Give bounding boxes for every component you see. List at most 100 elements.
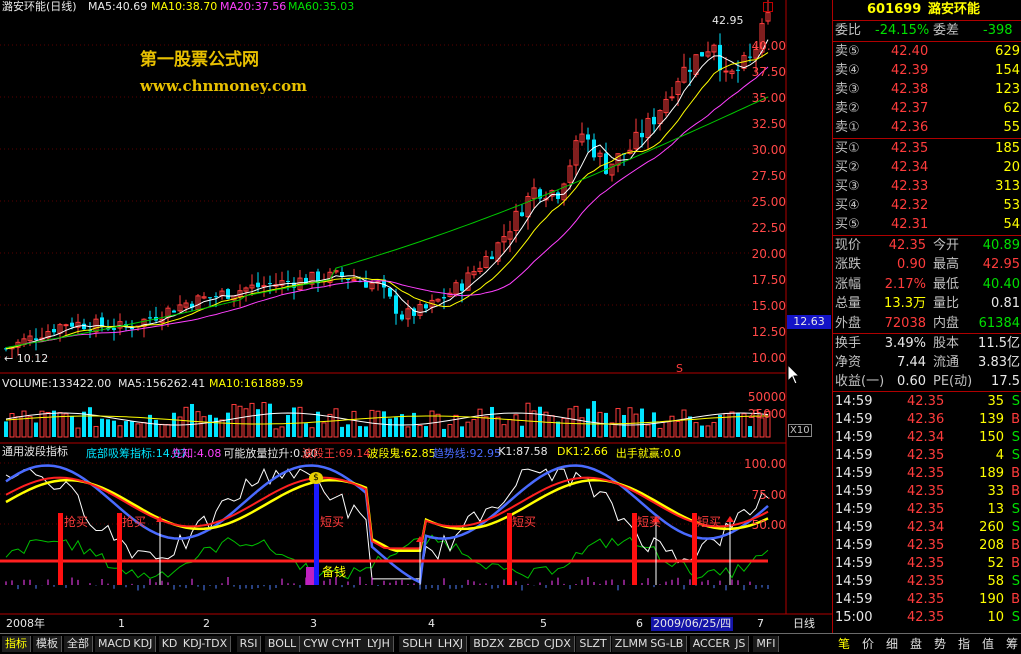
- volume-bar: [586, 408, 590, 437]
- tick-volume: 4: [995, 448, 1004, 463]
- quote-tab[interactable]: 盘: [910, 636, 922, 652]
- volume-bar: [394, 417, 398, 437]
- signal-label: 短买: [320, 515, 345, 529]
- volume-bar: [346, 424, 350, 437]
- signal-label: 短买: [637, 515, 662, 529]
- book-label: 卖①: [835, 120, 860, 135]
- indicator-tab[interactable]: LYJH: [364, 636, 394, 652]
- book-label: 卖③: [835, 82, 860, 97]
- volume-bar: [117, 425, 123, 438]
- tick-time: 14:59: [835, 448, 873, 463]
- quote-panel: 601699 潞安环能 委比 -24.15% 委差 -398 卖⑤ 42.40 62…: [832, 0, 1021, 633]
- period-button[interactable]: 日线: [793, 617, 815, 631]
- indicator-name[interactable]: 通用波段指标: [2, 445, 68, 459]
- indicator-tab[interactable]: MACD: [95, 636, 135, 652]
- book-label: 卖⑤: [835, 44, 860, 59]
- s-marker: S: [676, 362, 683, 375]
- indicator-value: 先知:4.08: [171, 447, 222, 460]
- stock-name: 潞安环能: [928, 2, 981, 17]
- panel-close-box[interactable]: [763, 2, 773, 12]
- indicator-value: 出手就赢:0.0: [615, 447, 681, 460]
- candle-body: [388, 287, 392, 297]
- cursor-date: 2009/06/25/四: [651, 617, 734, 631]
- tick-row: 14:59 42.35 58 S: [833, 573, 1021, 591]
- indicator-tab[interactable]: SLZT: [576, 636, 611, 652]
- kline-chart-svg[interactable]: [0, 0, 832, 633]
- indicator-tab[interactable]: JS: [732, 636, 750, 652]
- volume-bar: [4, 421, 8, 437]
- indicator-tab[interactable]: 模板: [33, 636, 62, 652]
- signal-label: 抢买: [64, 515, 89, 529]
- volume-bar: [633, 413, 639, 438]
- candle-body: [688, 69, 692, 72]
- ma60-line: [5, 96, 769, 349]
- indicator-tab[interactable]: CYHT: [328, 636, 365, 652]
- book-volume: 154: [995, 63, 1020, 78]
- indicator-tab[interactable]: CJDX: [541, 636, 575, 652]
- signal-label: 短买: [512, 515, 537, 529]
- quote-tab[interactable]: 笔: [838, 636, 850, 652]
- tick-price: 42.34: [907, 520, 945, 535]
- indicator-tab[interactable]: 指标: [2, 636, 31, 652]
- indicator-tab[interactable]: ZLMM: [611, 636, 652, 652]
- bid-row: 买④ 42.32 53: [833, 196, 1021, 215]
- candle-body: [52, 329, 56, 333]
- indicator-tab[interactable]: KD: [158, 636, 182, 652]
- volume-bar: [243, 408, 249, 438]
- tick-time: 14:59: [835, 538, 873, 553]
- tick-row: 14:59 42.35 4 S: [833, 447, 1021, 465]
- indicator-tab[interactable]: ZBCD: [505, 636, 544, 652]
- volume-bar: [183, 406, 189, 438]
- volume-bar: [214, 417, 218, 437]
- indicator-tab[interactable]: 全部: [64, 636, 93, 652]
- indicator-tab[interactable]: KDJ-TDX: [179, 636, 232, 652]
- candle-body: [214, 296, 218, 298]
- book-price: 42.38: [891, 82, 929, 97]
- tick-row: 14:59 42.35 35 S: [833, 393, 1021, 411]
- mouse-pointer-icon: [787, 364, 801, 385]
- tick-price: 42.35: [907, 502, 945, 517]
- indicator-tab[interactable]: ACCER: [689, 636, 734, 652]
- tick-side: B: [1011, 484, 1020, 499]
- indicator-tab[interactable]: KDJ: [130, 636, 157, 652]
- volume-tick-25000: 25000: [747, 407, 786, 421]
- tick-time: 14:59: [835, 502, 873, 517]
- tick-row: 14:59 42.36 139 B: [833, 411, 1021, 429]
- quote-tab[interactable]: 值: [982, 636, 994, 652]
- indicator-tab[interactable]: BDZX: [470, 636, 509, 652]
- candle-body: [556, 192, 560, 199]
- indicator-tab[interactable]: BOLL: [264, 636, 301, 652]
- indicator-tab[interactable]: RSI: [236, 636, 262, 652]
- tick-volume: 190: [979, 592, 1004, 607]
- price-tick: 32.50: [751, 117, 786, 131]
- quote-tab[interactable]: 价: [862, 636, 874, 652]
- tick-time: 14:59: [835, 556, 873, 571]
- indicator-tab[interactable]: MFI: [753, 636, 780, 652]
- volume-bar: [627, 407, 633, 438]
- quote-tab[interactable]: 势: [934, 636, 946, 652]
- indicator-tab[interactable]: CYW: [300, 636, 333, 652]
- tick-time: 14:59: [835, 592, 873, 607]
- fundamental-value: 3.83亿: [978, 355, 1020, 370]
- tick-list[interactable]: 14:59 42.35 35 S 14:59 42.36 139 B 14:59 42.34 150…: [833, 391, 1021, 631]
- volume-bar: [124, 421, 128, 437]
- indicator-tab[interactable]: SDLH: [399, 636, 437, 652]
- tick-volume: 260: [979, 520, 1004, 535]
- quote-tab[interactable]: 筹: [1006, 636, 1018, 652]
- volume-bar: [27, 416, 33, 438]
- quote-tab[interactable]: 细: [886, 636, 898, 652]
- volume-bar: [693, 422, 699, 438]
- candle-body: [63, 324, 69, 327]
- chart-area[interactable]: 潞安环能(日线) MA5:40.69 MA10:38.70 MA20:37.56…: [0, 0, 832, 633]
- quote-tab[interactable]: 指: [958, 636, 970, 652]
- indicator-tab[interactable]: SG-LB: [647, 636, 688, 652]
- price-tick: 17.50: [751, 273, 786, 287]
- volume-bar: [201, 416, 207, 438]
- tick-price: 42.35: [907, 448, 945, 463]
- fundamental-label: 收益(一): [835, 374, 885, 389]
- stat-value: 42.35: [888, 238, 926, 253]
- volume-bar: [256, 409, 260, 437]
- volume-bar: [21, 410, 27, 438]
- indicator-tab[interactable]: LHXJ: [434, 636, 467, 652]
- volume-bar: [100, 418, 104, 437]
